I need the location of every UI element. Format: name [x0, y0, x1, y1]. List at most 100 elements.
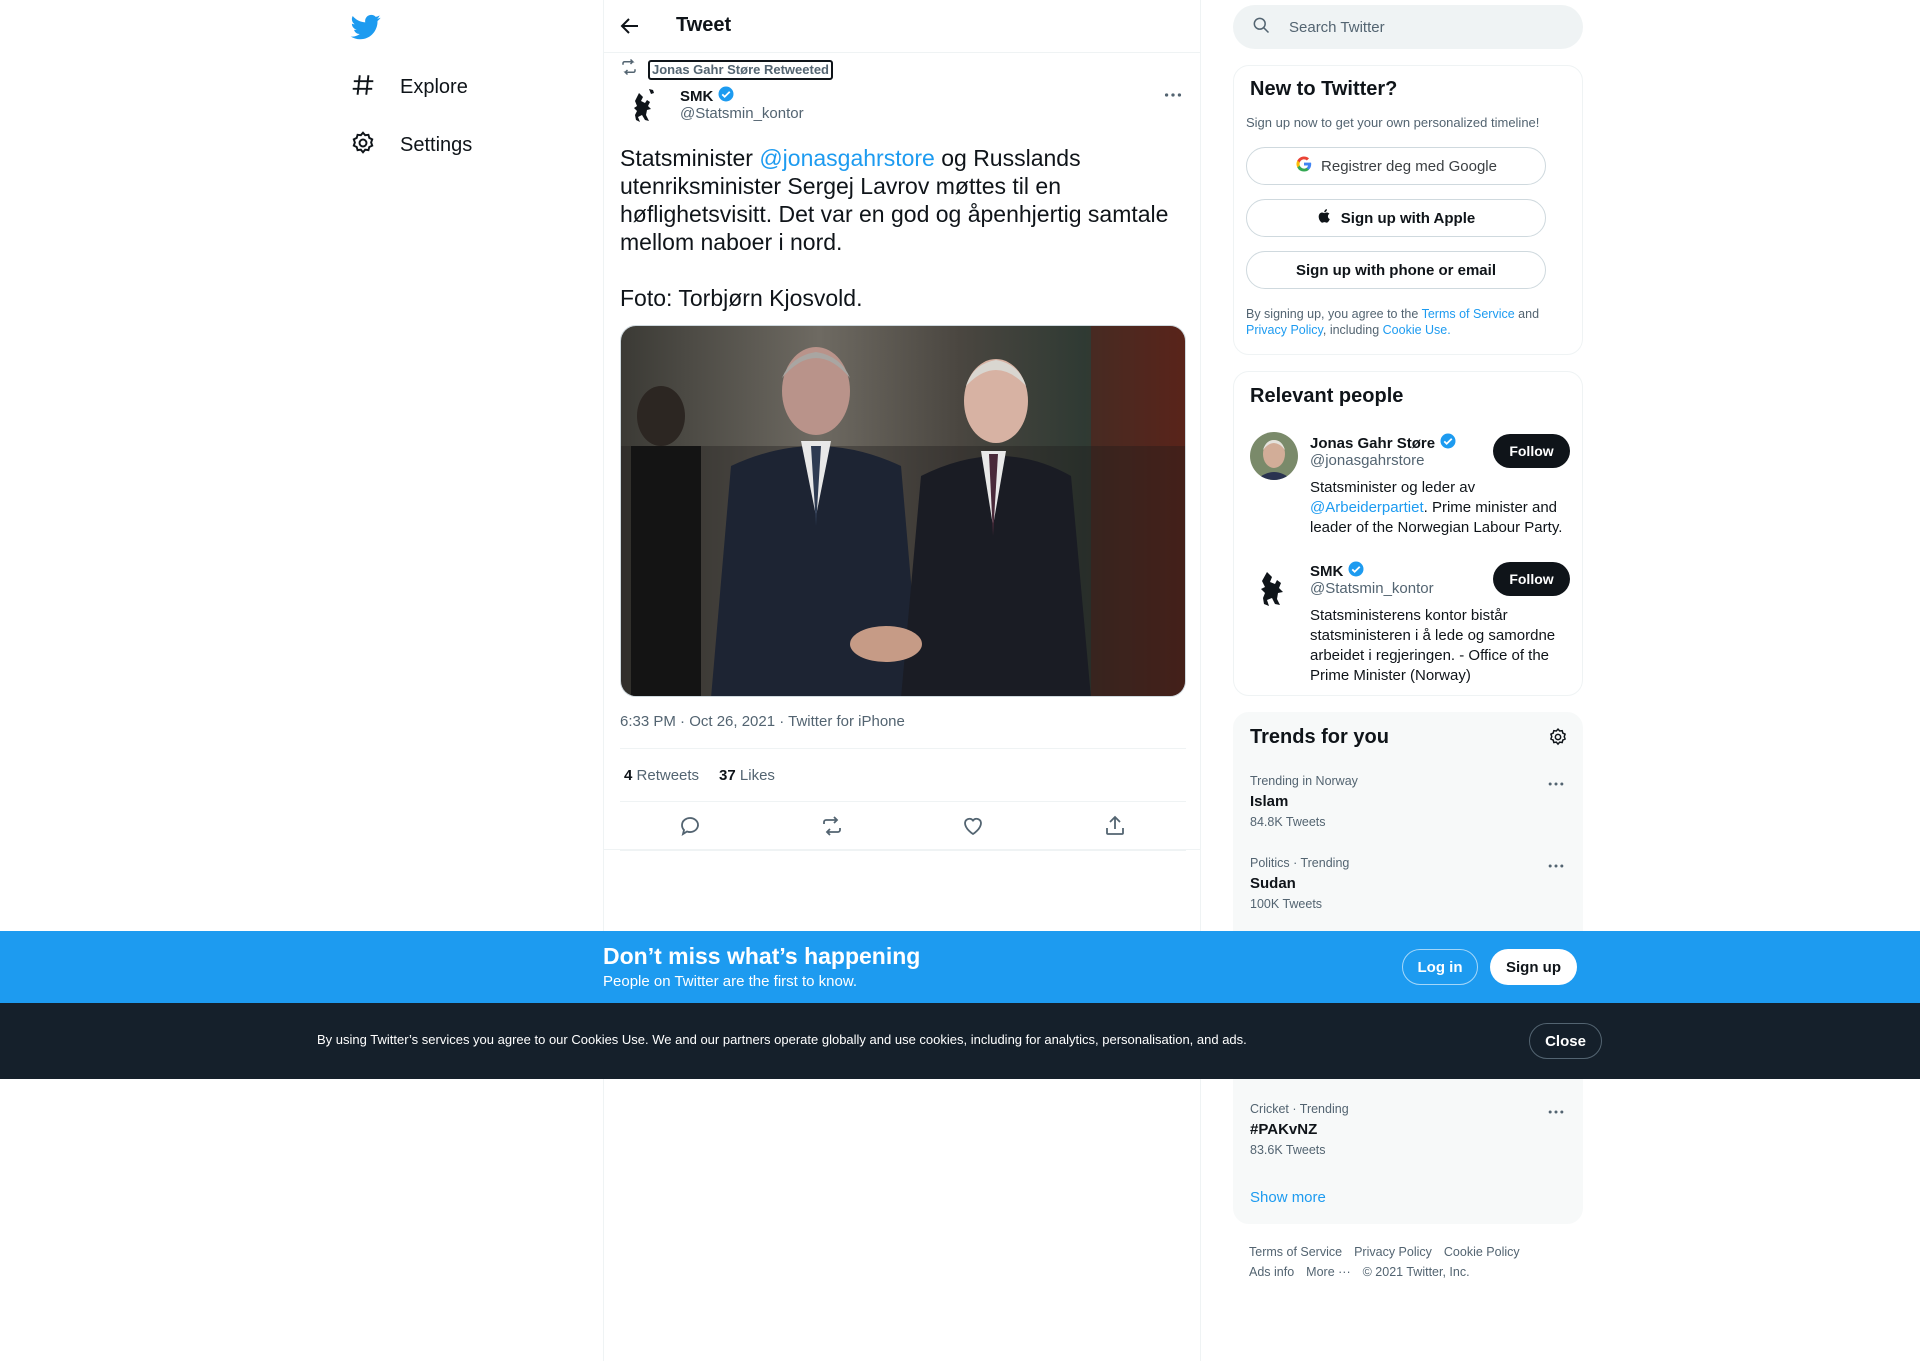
- likes-count: 37: [719, 766, 736, 784]
- apple-icon: [1317, 207, 1333, 229]
- cookie-text: By using Twitter’s services you agree to…: [317, 1032, 1247, 1047]
- footer-more-link[interactable]: More ···: [1306, 1265, 1350, 1279]
- nav-settings[interactable]: Settings: [350, 125, 472, 165]
- retweet-icon: [620, 58, 638, 81]
- retweeted-by-link[interactable]: Jonas Gahr Støre Retweeted: [648, 59, 833, 80]
- trend-more-icon[interactable]: [1546, 774, 1566, 794]
- verified-badge-icon: [717, 85, 735, 107]
- author-name-text: SMK: [680, 87, 714, 105]
- person-name-text: SMK: [1310, 562, 1344, 580]
- search-input[interactable]: [1287, 17, 1551, 37]
- person-jonas[interactable]: Jonas Gahr Støre @jonasgahrstore Follow …: [1250, 432, 1570, 542]
- bio-text: Statsminister og leder av: [1310, 479, 1476, 496]
- trend-item[interactable]: Cricket · Trending #PAKvNZ 83.6K Tweets: [1234, 1102, 1582, 1184]
- tweet-timestamp[interactable]: 6:33 PM · Oct 26, 2021 · Twitter for iPh…: [620, 713, 905, 730]
- smk-avatar[interactable]: [625, 83, 665, 127]
- likes-stat[interactable]: 37 Likes: [719, 767, 775, 784]
- trend-context: Trending in Norway: [1250, 774, 1358, 788]
- nav-explore[interactable]: Explore: [350, 67, 468, 107]
- tweet-actions: [620, 802, 1186, 851]
- footer-ads-link[interactable]: Ads info: [1249, 1265, 1294, 1279]
- legal-text: and: [1514, 307, 1540, 321]
- relevant-people-card: Relevant people Jonas Gahr Støre @jonasg…: [1233, 371, 1583, 696]
- trend-name: Sudan: [1250, 875, 1296, 892]
- mention-link[interactable]: @jonasgahrstore: [759, 145, 935, 171]
- footer-terms-link[interactable]: Terms of Service: [1249, 1245, 1342, 1259]
- trend-more-icon[interactable]: [1546, 856, 1566, 876]
- trend-item[interactable]: Trending in Norway Islam 84.8K Tweets: [1234, 774, 1582, 856]
- avatar[interactable]: [1250, 560, 1298, 608]
- legal-text: , including: [1322, 323, 1383, 337]
- verified-badge-icon: [1439, 432, 1457, 454]
- author-name[interactable]: SMK: [680, 85, 735, 107]
- trend-context: Politics · Trending: [1250, 856, 1350, 870]
- person-smk[interactable]: SMK @Statsmin_kontor Follow Statsministe…: [1250, 560, 1570, 690]
- retweet-context: Jonas Gahr Støre Retweeted: [620, 58, 833, 81]
- footer: Terms of Service Privacy Policy Cookie Pol…: [1249, 1242, 1579, 1282]
- trend-name: Islam: [1250, 793, 1289, 810]
- google-signup-label: Registrer deg med Google: [1321, 157, 1497, 175]
- phone-email-signup-label: Sign up with phone or email: [1295, 261, 1496, 279]
- person-handle[interactable]: @jonasgahrstore: [1310, 452, 1424, 469]
- cookie-consent-bar: By using Twitter’s services you agree to…: [0, 1003, 1920, 1079]
- person-name[interactable]: Jonas Gahr Støre: [1310, 432, 1457, 454]
- tweet-text-part: Statsminister: [620, 145, 760, 171]
- likes-label: Likes: [739, 766, 775, 784]
- new-to-twitter-title: New to Twitter?: [1250, 78, 1398, 100]
- trend-more-icon[interactable]: [1546, 1102, 1566, 1122]
- footer-cookie-link[interactable]: Cookie Policy: [1444, 1245, 1520, 1259]
- like-icon[interactable]: [961, 814, 985, 838]
- person-name-text: Jonas Gahr Støre: [1310, 434, 1436, 452]
- follow-button[interactable]: Follow: [1493, 434, 1570, 468]
- retweets-stat[interactable]: 4 Retweets: [624, 767, 699, 784]
- back-arrow-icon[interactable]: [618, 14, 642, 38]
- bio-mention-link[interactable]: @Arbeiderpartiet: [1310, 499, 1424, 516]
- signup-button[interactable]: Sign up: [1490, 949, 1577, 985]
- page-title: Tweet: [676, 14, 732, 36]
- more-options-icon[interactable]: [1162, 84, 1184, 106]
- retweet-action-icon[interactable]: [820, 814, 844, 838]
- author-handle[interactable]: @Statsmin_kontor: [680, 105, 804, 122]
- trend-name: #PAKvNZ: [1250, 1121, 1318, 1138]
- phone-email-signup-button[interactable]: Sign up with phone or email: [1246, 251, 1546, 289]
- tweet-photo[interactable]: [620, 325, 1186, 697]
- follow-button[interactable]: Follow: [1493, 562, 1570, 596]
- person-handle[interactable]: @Statsmin_kontor: [1310, 580, 1434, 597]
- cookie-use-link[interactable]: Cookie Use.: [1383, 323, 1451, 337]
- terms-link[interactable]: Terms of Service: [1422, 307, 1515, 321]
- show-more-link[interactable]: Show more: [1250, 1189, 1326, 1206]
- photo-credit: Foto: Torbjørn Kjosvold.: [620, 285, 863, 311]
- apple-signup-button[interactable]: Sign up with Apple: [1246, 199, 1546, 237]
- tweet-text: Statsminister @jonasgahrstore og Russlan…: [620, 144, 1186, 312]
- tweet-header: Tweet: [604, 0, 1200, 53]
- trends-title: Trends for you: [1250, 726, 1389, 748]
- person-name[interactable]: SMK: [1310, 560, 1365, 582]
- cookie-close-button[interactable]: Close: [1529, 1023, 1602, 1059]
- reply-icon[interactable]: [678, 814, 702, 838]
- tweet-stats: 4 Retweets 37 Likes: [620, 748, 1186, 802]
- signup-legal-text: By signing up, you agree to the Terms of…: [1246, 306, 1566, 338]
- nav-settings-label: Settings: [400, 133, 473, 156]
- footer-copyright: © 2021 Twitter, Inc.: [1362, 1265, 1470, 1279]
- trend-count: 83.6K Tweets: [1250, 1143, 1326, 1157]
- trend-count: 84.8K Tweets: [1250, 815, 1326, 829]
- trend-count: 100K Tweets: [1250, 897, 1323, 911]
- trends-settings-icon[interactable]: [1548, 727, 1568, 747]
- tweet-column: Tweet Jonas Gahr Støre Retweeted SMK @St…: [603, 0, 1201, 1361]
- twitter-logo-icon[interactable]: [349, 12, 383, 42]
- person-bio: Statsminister og leder av @Arbeiderparti…: [1310, 478, 1566, 538]
- new-to-twitter-subtitle: Sign up now to get your own personalized…: [1246, 115, 1540, 130]
- search-icon: [1233, 15, 1271, 40]
- verified-badge-icon: [1347, 560, 1365, 582]
- footer-privacy-link[interactable]: Privacy Policy: [1354, 1245, 1432, 1259]
- retweets-label: Retweets: [636, 766, 700, 784]
- login-button[interactable]: Log in: [1402, 949, 1478, 985]
- trend-item[interactable]: Politics · Trending Sudan 100K Tweets: [1234, 856, 1582, 938]
- share-icon[interactable]: [1103, 814, 1127, 838]
- privacy-link[interactable]: Privacy Policy: [1246, 323, 1323, 337]
- google-signup-button[interactable]: Registrer deg med Google: [1246, 147, 1546, 185]
- hashtag-icon: [350, 72, 376, 103]
- relevant-people-title: Relevant people: [1250, 385, 1404, 407]
- search-bar[interactable]: [1233, 5, 1583, 49]
- avatar[interactable]: [1250, 432, 1298, 480]
